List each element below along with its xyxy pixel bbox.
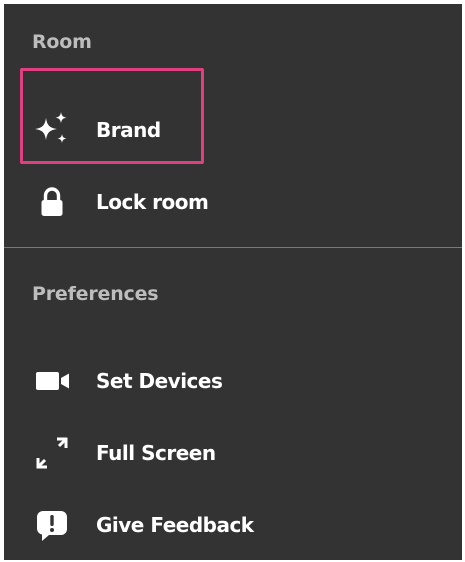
lock-room-label: Lock room (96, 190, 209, 214)
give-feedback-label: Give Feedback (96, 513, 254, 537)
brand-label: Brand (96, 118, 161, 142)
lock-icon (32, 182, 72, 222)
menu-item-lock-room[interactable]: Lock room (32, 182, 332, 222)
feedback-icon (32, 505, 72, 545)
full-screen-label: Full Screen (96, 441, 216, 465)
menu-item-full-screen[interactable]: Full Screen (32, 433, 332, 473)
sparkle-icon (32, 110, 72, 150)
settings-menu-panel: Room Brand Lock room Preferences Set Dev… (4, 4, 462, 560)
menu-item-give-feedback[interactable]: Give Feedback (32, 505, 332, 545)
menu-item-brand[interactable]: Brand (32, 110, 332, 150)
set-devices-label: Set Devices (96, 369, 223, 393)
room-section-title: Room (32, 31, 92, 53)
section-divider (4, 247, 462, 248)
menu-item-set-devices[interactable]: Set Devices (32, 361, 332, 401)
video-camera-icon (32, 361, 72, 401)
fullscreen-icon (32, 433, 72, 473)
preferences-section-title: Preferences (32, 283, 159, 305)
